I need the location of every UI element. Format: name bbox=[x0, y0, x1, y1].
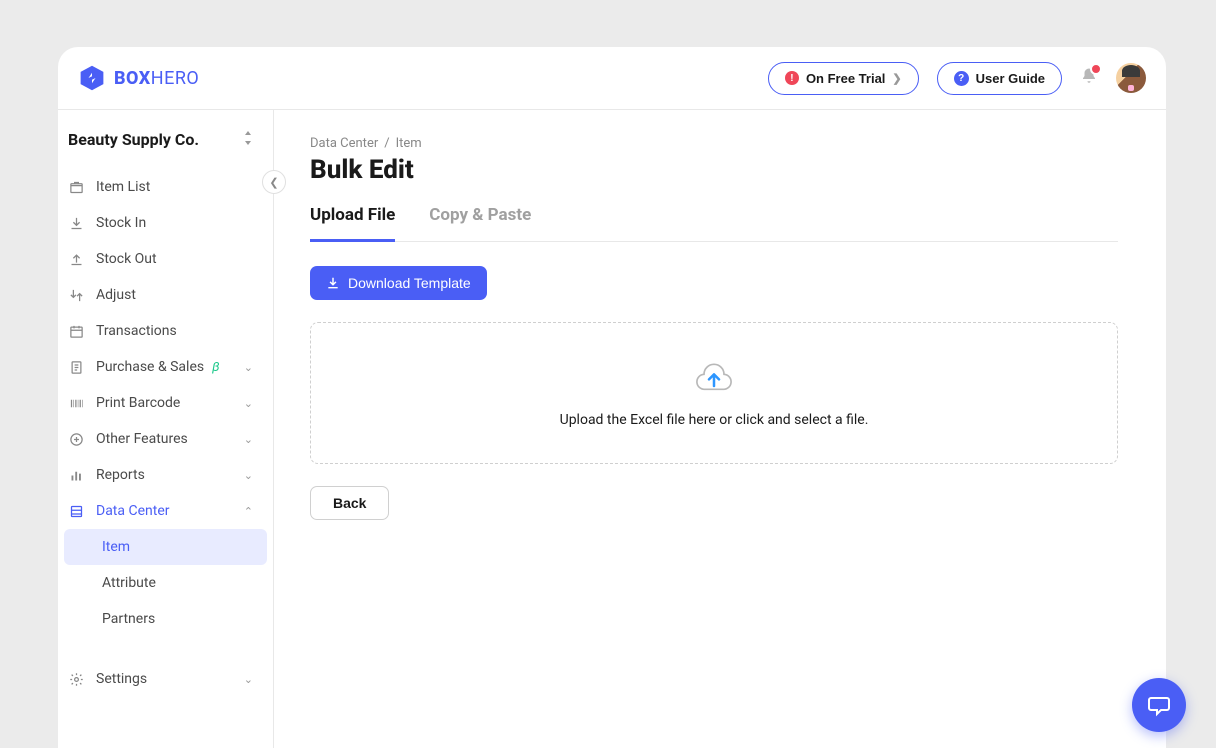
chart-icon bbox=[68, 467, 84, 483]
dropzone-text: Upload the Excel file here or click and … bbox=[560, 412, 869, 428]
calendar-icon bbox=[68, 323, 84, 339]
logo[interactable]: BOXHERO bbox=[78, 64, 199, 92]
sidebar-item-label: Settings bbox=[96, 671, 147, 687]
tab-upload-file[interactable]: Upload File bbox=[310, 205, 395, 242]
nav-list: Item List Stock In Stock Out Adjust Tran… bbox=[58, 165, 273, 701]
upload-icon bbox=[68, 251, 84, 267]
avatar[interactable] bbox=[1116, 63, 1146, 93]
logo-text: BOXHERO bbox=[114, 68, 199, 89]
trial-button[interactable]: ! On Free Trial ❯ bbox=[768, 62, 919, 95]
sidebar-item-item-list[interactable]: Item List bbox=[58, 169, 273, 205]
sidebar-item-settings[interactable]: Settings ⌄ bbox=[58, 661, 273, 697]
chevron-down-icon: ⌄ bbox=[244, 469, 253, 482]
user-guide-label: User Guide bbox=[976, 71, 1045, 86]
box-icon bbox=[68, 179, 84, 195]
subnav-item-partners[interactable]: Partners bbox=[64, 601, 267, 637]
team-selector[interactable]: Beauty Supply Co. bbox=[58, 130, 273, 165]
notifications-button[interactable] bbox=[1080, 67, 1098, 89]
sidebar-item-purchase-sales[interactable]: Purchase & Sales β ⌄ bbox=[58, 349, 273, 385]
breadcrumb-parent[interactable]: Data Center bbox=[310, 136, 378, 151]
database-icon bbox=[68, 503, 84, 519]
sidebar-item-label: Purchase & Sales bbox=[96, 359, 204, 375]
alert-icon: ! bbox=[785, 71, 799, 85]
sidebar-item-label: Stock In bbox=[96, 215, 146, 231]
subnav-item-item[interactable]: Item bbox=[64, 529, 267, 565]
chevron-up-icon: ⌃ bbox=[244, 505, 253, 518]
chevron-down-icon: ⌄ bbox=[244, 361, 253, 374]
back-button[interactable]: Back bbox=[310, 486, 389, 520]
breadcrumb-current: Item bbox=[396, 136, 422, 151]
download-icon bbox=[326, 276, 340, 290]
sidebar-item-label: Reports bbox=[96, 467, 145, 483]
sidebar-collapse-button[interactable]: ❮ bbox=[262, 170, 286, 194]
sidebar-item-reports[interactable]: Reports ⌄ bbox=[58, 457, 273, 493]
trial-label: On Free Trial bbox=[806, 71, 885, 86]
chevron-down-icon: ⌄ bbox=[244, 673, 253, 686]
sidebar-item-label: Adjust bbox=[96, 287, 136, 303]
help-icon: ? bbox=[954, 71, 969, 86]
chevron-right-icon: ❯ bbox=[892, 72, 901, 85]
sort-icon bbox=[243, 131, 253, 148]
topbar: BOXHERO ! On Free Trial ❯ ? User Guide bbox=[58, 47, 1166, 110]
chevron-left-icon: ❮ bbox=[269, 176, 278, 189]
sidebar-item-label: Item List bbox=[96, 179, 150, 195]
sidebar-item-adjust[interactable]: Adjust bbox=[58, 277, 273, 313]
download-template-label: Download Template bbox=[348, 275, 471, 291]
adjust-icon bbox=[68, 287, 84, 303]
breadcrumb: Data Center / Item bbox=[310, 136, 1118, 151]
sidebar-item-label: Transactions bbox=[96, 323, 177, 339]
chevron-down-icon: ⌄ bbox=[244, 397, 253, 410]
download-icon bbox=[68, 215, 84, 231]
document-icon bbox=[68, 359, 84, 375]
main-content: Data Center / Item Bulk Edit Upload File… bbox=[274, 110, 1166, 748]
sidebar-item-print-barcode[interactable]: Print Barcode ⌄ bbox=[58, 385, 273, 421]
cloud-upload-icon bbox=[694, 358, 734, 394]
sidebar-item-transactions[interactable]: Transactions bbox=[58, 313, 273, 349]
team-name: Beauty Supply Co. bbox=[68, 130, 199, 149]
sidebar-item-label: Print Barcode bbox=[96, 395, 180, 411]
sidebar-item-data-center[interactable]: Data Center ⌃ bbox=[58, 493, 273, 529]
tabs: Upload File Copy & Paste bbox=[310, 205, 1118, 242]
page-title: Bulk Edit bbox=[310, 155, 1118, 185]
download-template-button[interactable]: Download Template bbox=[310, 266, 487, 300]
beta-badge: β bbox=[212, 360, 219, 375]
subnav: Item Attribute Partners bbox=[58, 529, 273, 637]
chevron-down-icon: ⌄ bbox=[244, 433, 253, 446]
sidebar-item-label: Data Center bbox=[96, 503, 170, 519]
breadcrumb-separator: / bbox=[384, 136, 389, 151]
logo-icon bbox=[78, 64, 106, 92]
chat-icon bbox=[1147, 693, 1171, 717]
sidebar-item-other-features[interactable]: Other Features ⌄ bbox=[58, 421, 273, 457]
notification-badge bbox=[1090, 63, 1102, 75]
gear-icon bbox=[68, 671, 84, 687]
file-dropzone[interactable]: Upload the Excel file here or click and … bbox=[310, 322, 1118, 464]
subnav-item-attribute[interactable]: Attribute bbox=[64, 565, 267, 601]
barcode-icon bbox=[68, 395, 84, 411]
tab-copy-paste[interactable]: Copy & Paste bbox=[429, 205, 531, 242]
sidebar-item-stock-in[interactable]: Stock In bbox=[58, 205, 273, 241]
sidebar: Beauty Supply Co. Item List Stock In Sto… bbox=[58, 110, 274, 748]
user-guide-button[interactable]: ? User Guide bbox=[937, 62, 1062, 95]
sidebar-item-stock-out[interactable]: Stock Out bbox=[58, 241, 273, 277]
chat-button[interactable] bbox=[1132, 678, 1186, 732]
sidebar-item-label: Other Features bbox=[96, 431, 188, 447]
plus-circle-icon bbox=[68, 431, 84, 447]
sidebar-item-label: Stock Out bbox=[96, 251, 157, 267]
